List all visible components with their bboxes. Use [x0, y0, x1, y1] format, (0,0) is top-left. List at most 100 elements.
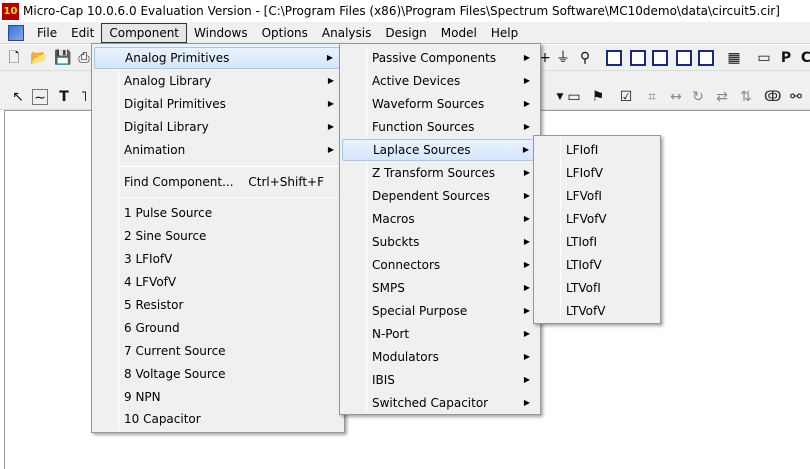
- menu-item-analog-primitives[interactable]: Analog Primitives ▶: [94, 47, 342, 69]
- menu-item-digital-library[interactable]: Digital Library ▶: [94, 116, 342, 138]
- menu-item-laplace-8[interactable]: LTVofV: [536, 300, 658, 322]
- window-grid-icon[interactable]: [606, 50, 622, 66]
- window-icon[interactable]: [698, 50, 714, 66]
- menu-item-waveform-sources[interactable]: Waveform Sources ▶: [342, 93, 538, 115]
- menu-analysis[interactable]: Analysis: [315, 23, 378, 43]
- menu-item-recent-2[interactable]: 2 Sine Source: [94, 225, 342, 247]
- tile-horizontal-icon[interactable]: [652, 50, 668, 66]
- menu-item-label: Digital Primitives: [124, 97, 226, 111]
- menu-item-laplace-7[interactable]: LTVofI: [536, 277, 658, 299]
- submenu-arrow-icon: ▶: [327, 122, 334, 131]
- menu-separator: [120, 197, 342, 198]
- menu-item-switched-capacitor[interactable]: Switched Capacitor ▶: [342, 392, 538, 414]
- submenu-arrow-icon: ▶: [523, 283, 530, 292]
- menu-item-active-devices[interactable]: Active Devices ▶: [342, 70, 538, 92]
- open-folder-icon[interactable]: 📂: [30, 50, 47, 66]
- menu-model[interactable]: Model: [434, 23, 484, 43]
- submenu-arrow-icon: ▶: [523, 260, 530, 269]
- menu-item-label: Animation: [124, 143, 186, 157]
- menu-component[interactable]: Component: [101, 22, 188, 43]
- probe-icon[interactable]: ⚲: [577, 50, 593, 66]
- menu-windows[interactable]: Windows: [187, 23, 255, 43]
- menu-item-macros[interactable]: Macros ▶: [342, 208, 538, 230]
- menu-item-recent-5[interactable]: 5 Resistor: [94, 294, 342, 316]
- menu-item-label: Passive Components: [372, 51, 497, 65]
- step-icon[interactable]: ↔: [668, 89, 684, 105]
- ground-marker-icon[interactable]: ⏚: [555, 50, 571, 66]
- menu-item-recent-3[interactable]: 3 LFIofV: [94, 248, 342, 270]
- menu-item-recent-8[interactable]: 8 Voltage Source: [94, 363, 342, 385]
- page-icon[interactable]: ▭: [756, 50, 772, 66]
- wire-tool-icon[interactable]: ˥: [76, 89, 92, 105]
- menu-item-recent-10[interactable]: 10 Capacitor: [94, 408, 342, 430]
- submenu-arrow-icon: ▶: [523, 168, 530, 177]
- menu-item-recent-6[interactable]: 6 Ground: [94, 317, 342, 339]
- menu-item-label: Active Devices: [372, 74, 461, 88]
- menu-item-laplace-6[interactable]: LTIofV: [536, 254, 658, 276]
- new-file-icon[interactable]: 🗋: [6, 50, 22, 66]
- calculator-icon[interactable]: ▦: [726, 50, 742, 66]
- menu-design[interactable]: Design: [378, 23, 433, 43]
- system-menu-icon[interactable]: [8, 24, 24, 41]
- analog-primitives-submenu: Passive Components ▶ Active Devices ▶ Wavefo…: [339, 43, 541, 415]
- properties-p-icon[interactable]: P: [778, 50, 794, 66]
- menu-item-laplace-5[interactable]: LTIofI: [536, 231, 658, 253]
- grid-snap-icon[interactable]: ⌗: [644, 89, 660, 105]
- menu-item-smps[interactable]: SMPS ▶: [342, 277, 538, 299]
- flip-icon[interactable]: ⇅: [738, 89, 754, 105]
- flag-icon[interactable]: ▭: [566, 89, 582, 105]
- menu-item-recent-4[interactable]: 4 LFVofV: [94, 271, 342, 293]
- waveform-icon[interactable]: ↂ: [764, 89, 781, 105]
- menu-item-recent-7[interactable]: 7 Current Source: [94, 340, 342, 362]
- menu-item-laplace-sources[interactable]: Laplace Sources ▶: [342, 139, 538, 161]
- menu-item-label: Special Purpose: [372, 304, 468, 318]
- menu-item-z-transform-sources[interactable]: Z Transform Sources ▶: [342, 162, 538, 184]
- menu-item-connectors[interactable]: Connectors ▶: [342, 254, 538, 276]
- menu-item-digital-primitives[interactable]: Digital Primitives ▶: [94, 93, 342, 115]
- mirror-icon[interactable]: ⇄: [714, 89, 730, 105]
- menu-item-function-sources[interactable]: Function Sources ▶: [342, 116, 538, 138]
- menu-item-analog-library[interactable]: Analog Library ▶: [94, 70, 342, 92]
- wire-mode-icon[interactable]: ∼: [32, 89, 48, 106]
- menu-item-label: SMPS: [372, 281, 405, 295]
- menu-item-find-component[interactable]: Find Component... Ctrl+Shift+F: [94, 171, 342, 193]
- find-binoculars-icon[interactable]: ⚯: [788, 89, 804, 105]
- select-arrow-icon[interactable]: ↖: [10, 89, 26, 105]
- info-icon[interactable]: ⚑: [590, 89, 606, 105]
- menu-separator: [120, 166, 342, 167]
- submenu-arrow-icon: ▶: [326, 53, 333, 62]
- cascade-icon[interactable]: [676, 50, 692, 66]
- menu-shortcut: Ctrl+Shift+F: [248, 175, 324, 189]
- rotate-icon[interactable]: ↻: [690, 89, 706, 105]
- print-icon[interactable]: ⎙: [76, 50, 92, 66]
- menu-item-special-purpose[interactable]: Special Purpose ▶: [342, 300, 538, 322]
- menu-item-laplace-1[interactable]: LFIofI: [536, 139, 658, 161]
- attribute-icon[interactable]: ☑: [618, 89, 634, 105]
- menu-item-passive-components[interactable]: Passive Components ▶: [342, 47, 538, 69]
- menu-item-laplace-3[interactable]: LFVofI: [536, 185, 658, 207]
- menu-item-label: Modulators: [372, 350, 439, 364]
- menu-item-modulators[interactable]: Modulators ▶: [342, 346, 538, 368]
- menu-item-n-port[interactable]: N-Port ▶: [342, 323, 538, 345]
- menu-item-recent-1[interactable]: 1 Pulse Source: [94, 202, 342, 224]
- menu-item-label: Dependent Sources: [372, 189, 490, 203]
- menu-item-laplace-4[interactable]: LFVofV: [536, 208, 658, 230]
- menu-item-animation[interactable]: Animation ▶: [94, 139, 342, 161]
- menu-edit[interactable]: Edit: [64, 23, 101, 43]
- menu-file[interactable]: File: [30, 23, 64, 43]
- menu-item-ibis[interactable]: IBIS ▶: [342, 369, 538, 391]
- menu-help[interactable]: Help: [484, 23, 525, 43]
- tile-vertical-icon[interactable]: [630, 50, 646, 66]
- circle-c-icon[interactable]: C: [798, 50, 810, 66]
- submenu-arrow-icon: ▶: [327, 76, 334, 85]
- menu-item-subckts[interactable]: Subckts ▶: [342, 231, 538, 253]
- text-tool-icon[interactable]: T: [56, 89, 72, 105]
- menu-options[interactable]: Options: [255, 23, 315, 43]
- save-icon[interactable]: 💾: [54, 50, 71, 66]
- menu-item-laplace-2[interactable]: LFIofV: [536, 162, 658, 184]
- menu-item-recent-9[interactable]: 9 NPN: [94, 386, 342, 408]
- title-bar: 10 Micro-Cap 10.0.6.0 Evaluation Version…: [0, 0, 810, 22]
- submenu-arrow-icon: ▶: [523, 191, 530, 200]
- submenu-arrow-icon: ▶: [523, 329, 530, 338]
- menu-item-dependent-sources[interactable]: Dependent Sources ▶: [342, 185, 538, 207]
